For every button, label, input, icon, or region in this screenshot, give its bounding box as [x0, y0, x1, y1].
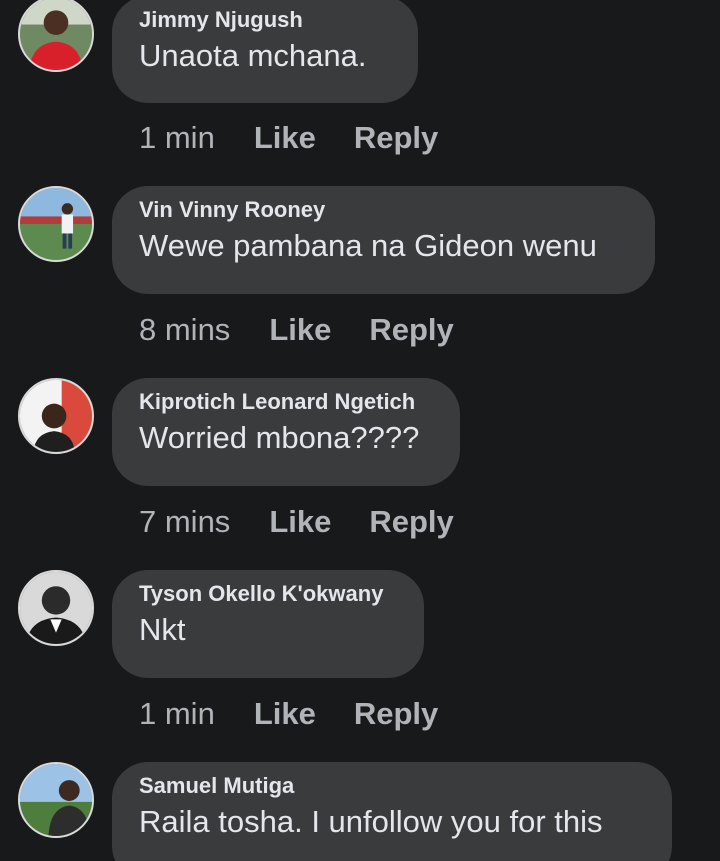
comment-text: Wewe pambana na Gideon wenu	[139, 228, 597, 263]
comment-author[interactable]: Samuel Mutiga	[139, 773, 645, 799]
comment-actions: 8 mins Like Reply	[139, 312, 454, 348]
comment-timestamp[interactable]: 7 mins	[139, 504, 230, 540]
avatar[interactable]	[18, 186, 94, 262]
like-button[interactable]: Like	[269, 504, 331, 540]
comment-author[interactable]: Kiprotich Leonard Ngetich	[139, 389, 433, 415]
comment-text: Unaota mchana.	[139, 38, 367, 73]
comment-author[interactable]: Tyson Okello K'okwany	[139, 581, 397, 607]
comment-bubble[interactable]: Vin Vinny Rooney Wewe pambana na Gideon …	[112, 186, 655, 294]
reply-button[interactable]: Reply	[369, 504, 453, 540]
comment-timestamp[interactable]: 8 mins	[139, 312, 230, 348]
comment-actions: 1 min Like Reply	[139, 120, 438, 156]
avatar[interactable]	[18, 0, 94, 72]
profile-photo-icon	[20, 188, 92, 260]
comment-bubble[interactable]: Kiprotich Leonard Ngetich Worried mbona?…	[112, 378, 460, 486]
comment-text: Raila tosha. I unfollow you for this	[139, 804, 603, 839]
profile-photo-icon	[20, 764, 92, 836]
reply-button[interactable]: Reply	[354, 696, 438, 732]
comment-author[interactable]: Jimmy Njugush	[139, 7, 391, 33]
avatar[interactable]	[18, 762, 94, 838]
profile-photo-icon	[20, 572, 92, 644]
like-button[interactable]: Like	[254, 696, 316, 732]
like-button[interactable]: Like	[254, 120, 316, 156]
reply-button[interactable]: Reply	[369, 312, 453, 348]
comment-text: Nkt	[139, 612, 186, 647]
comment-actions: 7 mins Like Reply	[139, 504, 454, 540]
comment-bubble[interactable]: Jimmy Njugush Unaota mchana.	[112, 0, 418, 103]
comment-author[interactable]: Vin Vinny Rooney	[139, 197, 628, 223]
profile-photo-icon	[20, 380, 92, 452]
comment-actions: 1 min Like Reply	[139, 696, 438, 732]
comment-bubble[interactable]: Tyson Okello K'okwany Nkt	[112, 570, 424, 678]
comment-bubble[interactable]: Samuel Mutiga Raila tosha. I unfollow yo…	[112, 762, 672, 861]
comment-timestamp[interactable]: 1 min	[139, 120, 215, 156]
like-button[interactable]: Like	[269, 312, 331, 348]
avatar[interactable]	[18, 570, 94, 646]
avatar[interactable]	[18, 378, 94, 454]
comment-thread: Jimmy Njugush Unaota mchana. 1 min Like …	[0, 0, 720, 861]
reply-button[interactable]: Reply	[354, 120, 438, 156]
comment-text: Worried mbona????	[139, 420, 420, 455]
profile-photo-icon	[20, 0, 92, 70]
comment-timestamp[interactable]: 1 min	[139, 696, 215, 732]
